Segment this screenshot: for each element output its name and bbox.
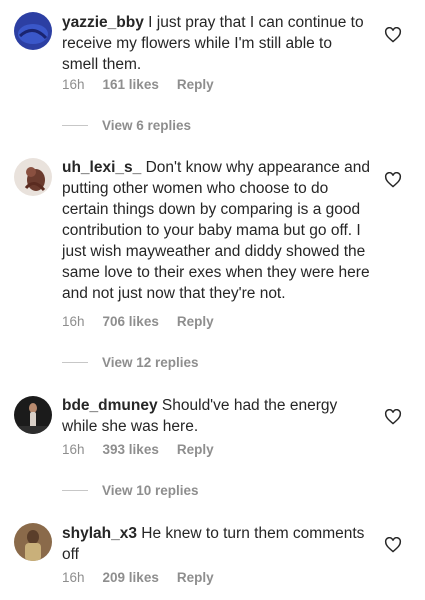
- avatar-image: [14, 158, 52, 196]
- view-replies-button[interactable]: View 6 replies: [62, 118, 191, 133]
- reply-button[interactable]: Reply: [177, 77, 214, 92]
- avatar[interactable]: [14, 158, 52, 196]
- heart-icon[interactable]: [384, 537, 402, 553]
- comment-meta: 16h 161 likes Reply: [62, 77, 214, 92]
- comment-username[interactable]: shylah_x3: [62, 525, 137, 542]
- comment-likes[interactable]: 161 likes: [103, 77, 159, 92]
- comment-time: 16h: [62, 314, 85, 329]
- view-replies-label: View 10 replies: [102, 483, 199, 498]
- avatar-image: [14, 523, 52, 561]
- comment-meta: 16h 393 likes Reply: [62, 442, 214, 457]
- reply-button[interactable]: Reply: [177, 314, 214, 329]
- comment-time: 16h: [62, 442, 85, 457]
- comment-time: 16h: [62, 570, 85, 585]
- comment-likes[interactable]: 706 likes: [103, 314, 159, 329]
- comment-text: bde_dmuney Should've had the energy whil…: [62, 395, 372, 437]
- comment-body: Don't know why appearance and putting ot…: [62, 159, 371, 302]
- view-replies-button[interactable]: View 10 replies: [62, 483, 199, 498]
- avatar[interactable]: [14, 523, 52, 561]
- comment-username[interactable]: bde_dmuney: [62, 397, 158, 414]
- comment-likes[interactable]: 393 likes: [103, 442, 159, 457]
- avatar[interactable]: [14, 12, 52, 50]
- avatar-image: [14, 396, 52, 434]
- reply-button[interactable]: Reply: [177, 570, 214, 585]
- comment-text: shylah_x3 He knew to turn them comments …: [62, 523, 372, 565]
- avatar[interactable]: [14, 396, 52, 434]
- view-replies-button[interactable]: View 12 replies: [62, 355, 199, 370]
- view-replies-label: View 12 replies: [102, 355, 199, 370]
- comment-username[interactable]: yazzie_bby: [62, 14, 144, 31]
- comment-username[interactable]: uh_lexi_s_: [62, 159, 141, 176]
- view-replies-label: View 6 replies: [102, 118, 192, 133]
- divider-line: [62, 125, 88, 126]
- divider-line: [62, 490, 88, 491]
- comment-likes[interactable]: 209 likes: [103, 570, 159, 585]
- heart-icon[interactable]: [384, 172, 402, 188]
- comment-meta: 16h 209 likes Reply: [62, 570, 214, 585]
- comment-meta: 16h 706 likes Reply: [62, 314, 214, 329]
- divider-line: [62, 362, 88, 363]
- comment-time: 16h: [62, 77, 85, 92]
- reply-button[interactable]: Reply: [177, 442, 214, 457]
- comment-text: yazzie_bby I just pray that I can contin…: [62, 12, 372, 75]
- comment-text: uh_lexi_s_ Don't know why appearance and…: [62, 157, 372, 304]
- heart-icon[interactable]: [384, 409, 402, 425]
- avatar-image: [14, 12, 52, 50]
- heart-icon[interactable]: [384, 27, 402, 43]
